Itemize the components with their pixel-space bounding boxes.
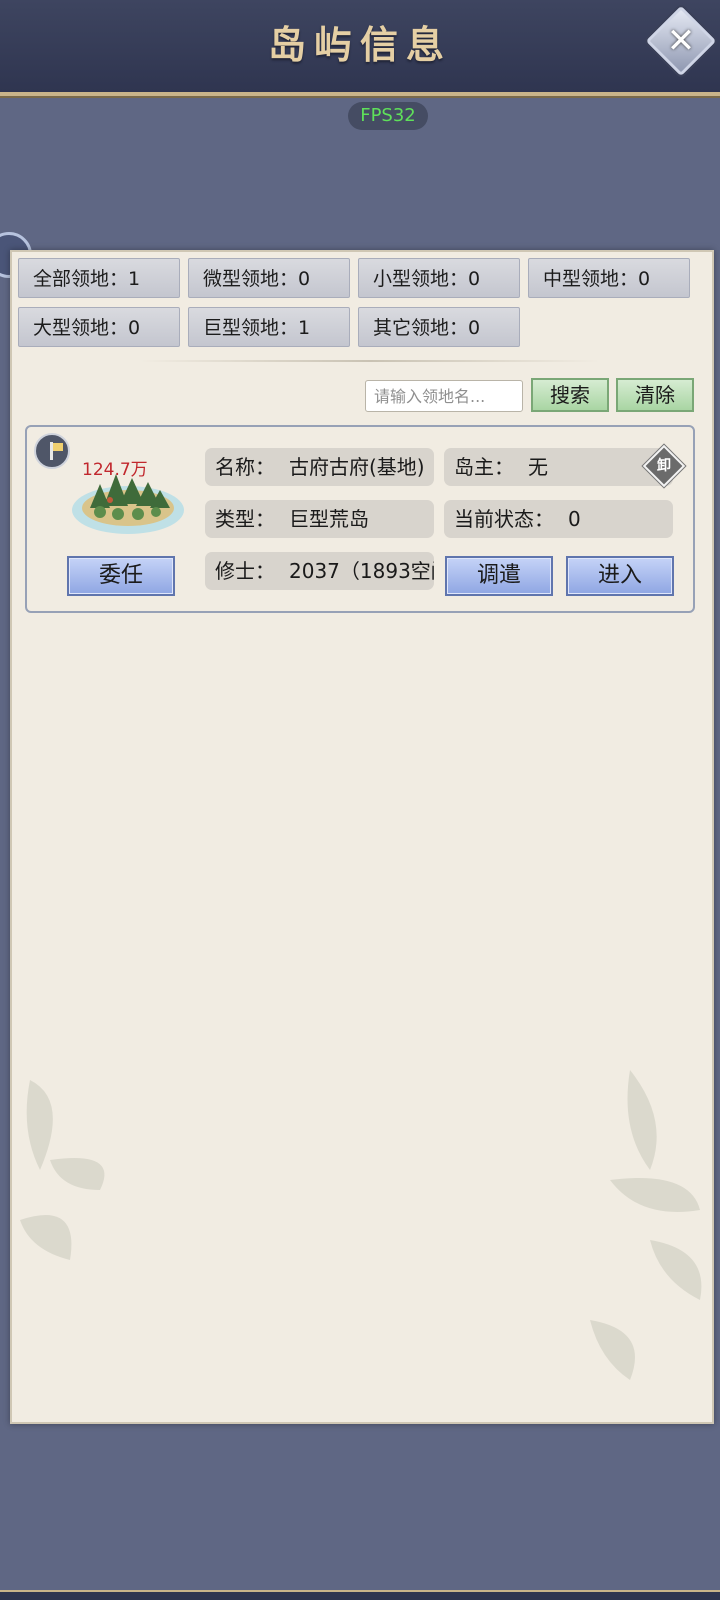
bamboo-decoration <box>20 1070 702 1380</box>
header-bar: 岛屿信息 ✕ <box>0 0 720 96</box>
island-status-field: 当前状态： 0 <box>444 500 673 538</box>
island-type-value: 巨型荒岛 <box>289 507 369 531</box>
island-owner-value: 无 <box>528 455 548 479</box>
island-type-key: 类型： <box>215 507 275 531</box>
bottom-bar <box>0 1590 720 1600</box>
stat-other-territories[interactable]: 其它领地：0 <box>358 307 520 347</box>
unload-label: 卸 <box>657 458 671 474</box>
appoint-button[interactable]: 委任 <box>67 556 175 596</box>
island-name-field: 名称： 古府古府(基地) <box>205 448 434 486</box>
search-button[interactable]: 搜索 <box>531 378 609 412</box>
stat-huge-territories[interactable]: 巨型领地：1 <box>188 307 350 347</box>
island-cultivators-field: 修士： 2037（1893空闲） <box>205 552 434 590</box>
clear-button[interactable]: 清除 <box>616 378 694 412</box>
island-status-value: 0 <box>568 507 581 531</box>
island-owner-key: 岛主： <box>454 455 514 479</box>
island-cultivators-key: 修士： <box>215 559 275 583</box>
island-type-field: 类型： 巨型荒岛 <box>205 500 434 538</box>
territory-search-input[interactable] <box>365 380 523 412</box>
island-value: 124.7万 <box>82 460 148 480</box>
island-name-key: 名称： <box>215 455 275 479</box>
stat-micro-territories[interactable]: 微型领地：0 <box>188 258 350 298</box>
stat-medium-territories[interactable]: 中型领地：0 <box>528 258 690 298</box>
flag-icon[interactable] <box>34 433 70 469</box>
dispatch-button[interactable]: 调遣 <box>445 556 553 596</box>
island-cultivators-value: 2037（1893空闲） <box>289 559 434 583</box>
island-name-value: 古府古府(基地) <box>289 455 425 479</box>
island-status-key: 当前状态： <box>454 507 554 531</box>
fps-counter: FPS32 <box>348 102 428 130</box>
divider <box>140 360 600 362</box>
page-title: 岛屿信息 <box>267 22 452 67</box>
enter-button[interactable]: 进入 <box>566 556 674 596</box>
stat-small-territories[interactable]: 小型领地：0 <box>358 258 520 298</box>
close-icon: ✕ <box>666 21 696 61</box>
stat-large-territories[interactable]: 大型领地：0 <box>18 307 180 347</box>
stat-all-territories[interactable]: 全部领地：1 <box>18 258 180 298</box>
island-owner-field: 岛主： 无 <box>444 448 673 486</box>
